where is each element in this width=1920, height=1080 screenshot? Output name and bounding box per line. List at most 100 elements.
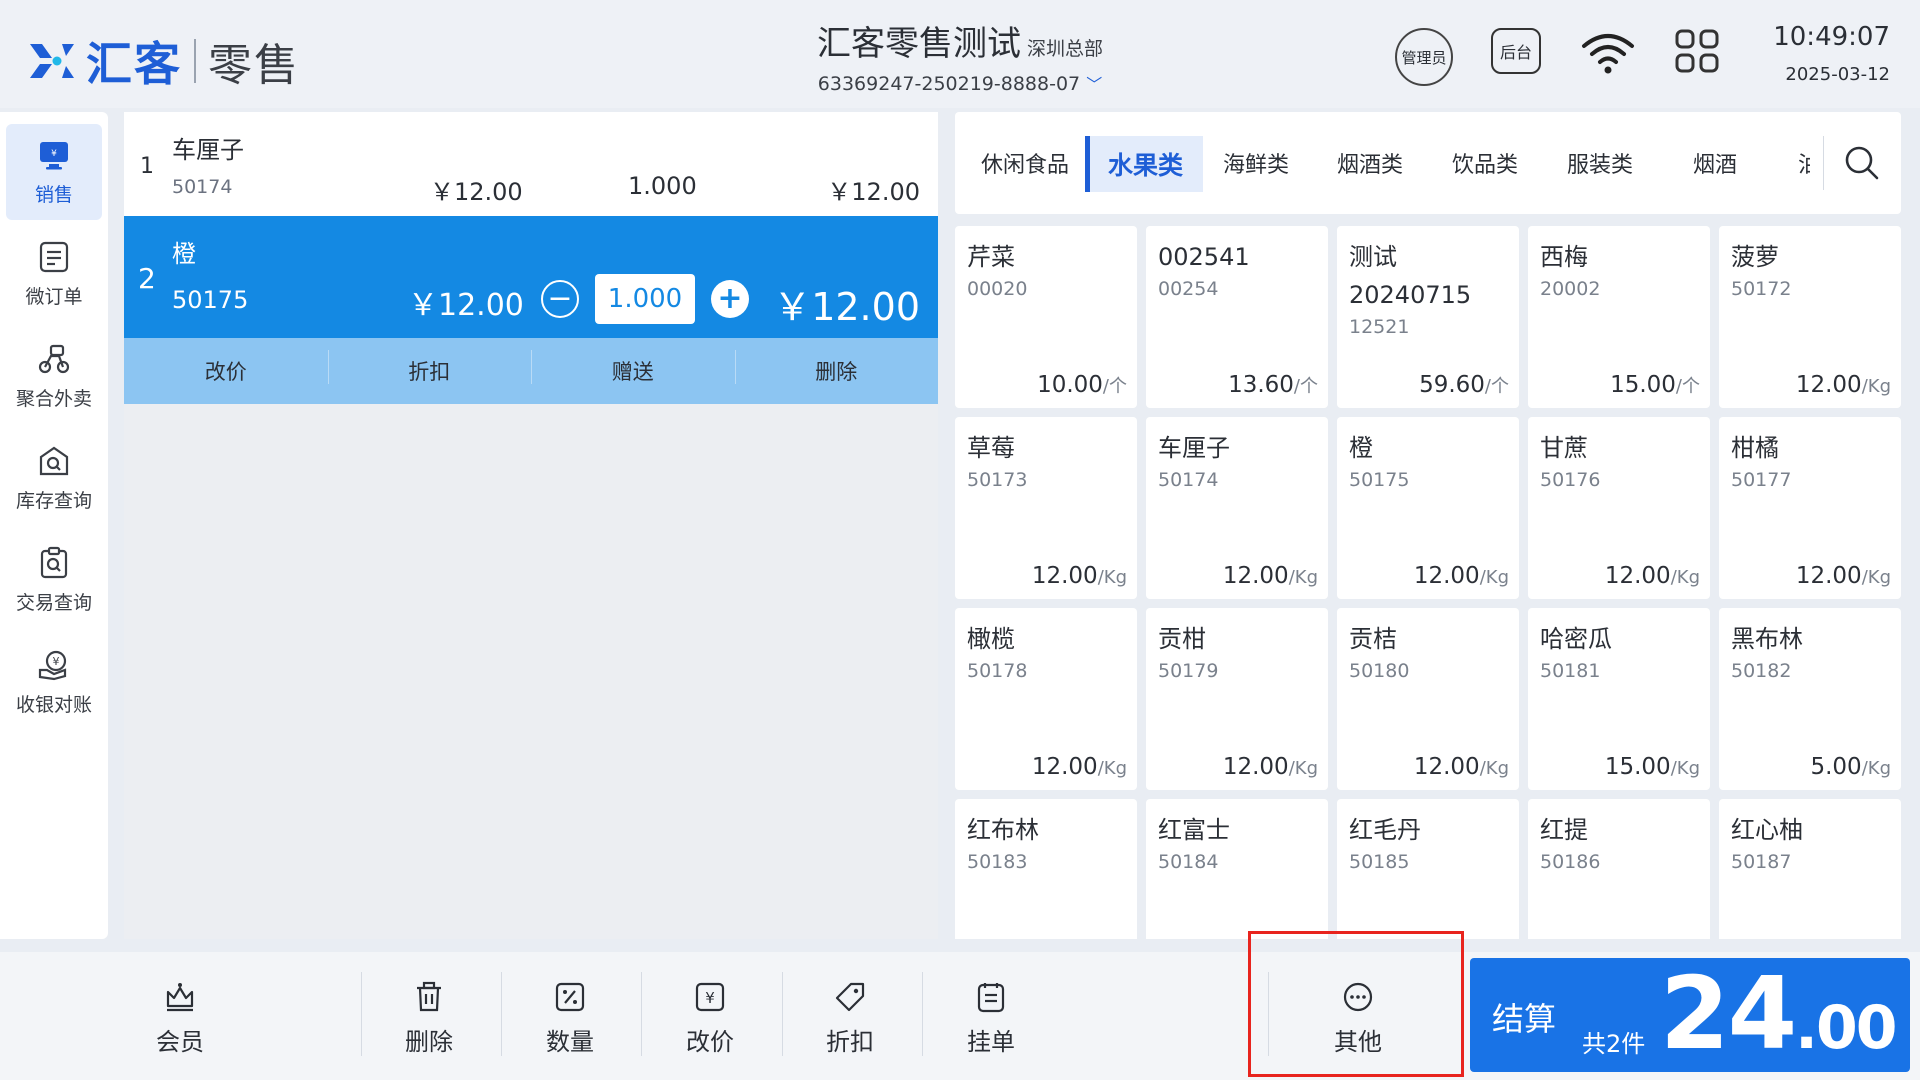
app-header: 汇客 零售 汇客零售测试 深圳总部 63369247-250219-8888-07… xyxy=(0,0,1920,108)
hold-order-button[interactable]: 挂单 xyxy=(967,980,1015,1057)
product-code: 50177 xyxy=(1731,469,1792,491)
price-unit: /Kg xyxy=(1861,376,1891,397)
quantity-input[interactable]: 1.000 xyxy=(595,274,695,324)
product-card[interactable]: 哈密瓜 50181 15.00/Kg xyxy=(1528,608,1710,790)
price-unit: /Kg xyxy=(1288,567,1318,588)
product-card[interactable]: 菠萝 50172 12.00/Kg xyxy=(1719,226,1901,408)
product-price: 12.00/Kg xyxy=(1796,563,1891,589)
member-button[interactable]: 会员 xyxy=(156,980,204,1057)
store-branch: 深圳总部 xyxy=(1026,38,1103,60)
delete-item-button[interactable]: 删除 xyxy=(734,350,939,386)
product-code: 50175 xyxy=(1349,469,1410,491)
gift-button[interactable]: 赠送 xyxy=(531,350,735,386)
product-code: 50178 xyxy=(967,660,1028,682)
product-code: 50184 xyxy=(1158,851,1219,873)
product-card[interactable]: 测试20240715 12521 59.60/个 xyxy=(1337,226,1519,408)
apps-grid-icon[interactable] xyxy=(1674,28,1720,74)
price-unit: /Kg xyxy=(1479,758,1509,779)
tab-drinks[interactable]: 饮品类 xyxy=(1452,142,1518,184)
price-value: 10.00 xyxy=(1037,372,1103,398)
product-name: 西梅 xyxy=(1540,243,1588,271)
product-name: 红提 xyxy=(1540,816,1588,844)
tab-tobacco[interactable]: 烟酒 xyxy=(1693,142,1737,184)
sidebar: ¥ 销售 微订单 聚合外卖 库存查询 交易查询 ¥ 收银对账 xyxy=(0,112,108,939)
checkout-button[interactable]: 结算 共2件 24.00 xyxy=(1470,958,1910,1072)
price-edit-button[interactable]: ¥ 改价 xyxy=(686,980,734,1057)
terminal-id: 63369247-250219-8888-07 xyxy=(817,73,1081,95)
sidebar-item-label: 微订单 xyxy=(25,285,83,308)
product-card[interactable]: 车厘子 50174 12.00/Kg xyxy=(1146,417,1328,599)
price-value: 12.00 xyxy=(1222,563,1289,589)
price-unit: /Kg xyxy=(1861,567,1891,588)
member-icon xyxy=(166,983,194,1012)
sales-icon: ¥ xyxy=(40,141,68,169)
product-card[interactable]: 甘蔗 50176 12.00/Kg xyxy=(1528,417,1710,599)
quantity-button[interactable]: 数量 xyxy=(546,980,594,1057)
sidebar-item-sales[interactable]: ¥ 销售 xyxy=(6,124,102,220)
product-name: 菠萝 xyxy=(1731,243,1779,271)
sidebar-item-delivery[interactable]: 聚合外卖 xyxy=(6,328,102,424)
sidebar-item-micro-order[interactable]: 微订单 xyxy=(6,226,102,322)
product-code: 50174 xyxy=(1158,469,1219,491)
product-card[interactable]: 002541 00254 13.60/个 xyxy=(1146,226,1328,408)
wifi-icon[interactable] xyxy=(1580,28,1636,78)
product-name: 贡柑 xyxy=(1158,625,1206,653)
price-value: 13.60 xyxy=(1228,372,1294,398)
tab-clothing[interactable]: 服装类 xyxy=(1567,142,1633,184)
role-label: 管理员 xyxy=(1401,48,1447,67)
price-unit: /Kg xyxy=(1670,758,1700,779)
cart-item-row-selected[interactable]: 2 橙 50175 ￥12.00 − 1.000 + ￥12.00 xyxy=(124,216,938,338)
product-card[interactable]: 红富士 50184 xyxy=(1146,799,1328,939)
quantity-icon xyxy=(555,982,585,1012)
backend-button[interactable]: 后台 xyxy=(1491,28,1541,74)
product-code: 12521 xyxy=(1349,316,1410,338)
price-unit: /个 xyxy=(1484,376,1509,397)
cart-item-price: ￥12.00 xyxy=(430,178,523,206)
product-name: 贡桔 xyxy=(1349,625,1397,653)
product-card[interactable]: 黑布林 50182 5.00/Kg xyxy=(1719,608,1901,790)
product-card[interactable]: 芹菜 00020 10.00/个 xyxy=(955,226,1137,408)
tab-tobacco-liquor[interactable]: 烟酒类 xyxy=(1337,142,1403,184)
product-card[interactable]: 柑橘 50177 12.00/Kg xyxy=(1719,417,1901,599)
delete-button[interactable]: 删除 xyxy=(405,980,453,1057)
role-badge[interactable]: 管理员 xyxy=(1395,28,1453,86)
product-code: 50173 xyxy=(967,469,1028,491)
tab-fruits[interactable]: 水果类 xyxy=(1085,136,1204,192)
increase-qty-button[interactable]: + xyxy=(711,280,749,318)
product-card[interactable]: 贡桔 50180 12.00/Kg xyxy=(1337,608,1519,790)
cart-item-row[interactable]: 1 车厘子 50174 ￥12.00 1.000 ￥12.00 xyxy=(124,112,938,216)
product-card[interactable]: 西梅 20002 15.00/个 xyxy=(1528,226,1710,408)
discount-button[interactable]: 折扣 xyxy=(327,350,532,386)
cart-item-actions: 改价 折扣 赠送 删除 xyxy=(124,338,938,404)
product-card[interactable]: 红心柚 50187 xyxy=(1719,799,1901,939)
tab-snacks[interactable]: 休闲食品 xyxy=(981,142,1069,184)
search-icon[interactable] xyxy=(1843,144,1881,182)
backend-label: 后台 xyxy=(1499,43,1532,62)
product-card[interactable]: 红布林 50183 xyxy=(955,799,1137,939)
product-card[interactable]: 红毛丹 50185 xyxy=(1337,799,1519,939)
hold-order-icon xyxy=(977,983,1005,1013)
product-name: 芹菜 xyxy=(967,243,1015,271)
transaction-icon xyxy=(40,546,68,578)
price-value: 15.00 xyxy=(1610,372,1676,398)
sidebar-item-reconcile[interactable]: ¥ 收银对账 xyxy=(6,634,102,730)
price-unit: /个 xyxy=(1675,376,1700,397)
change-price-button[interactable]: 改价 xyxy=(124,356,328,386)
decrease-qty-button[interactable]: − xyxy=(541,280,579,318)
product-price: 12.00/Kg xyxy=(1605,563,1700,589)
price-value: 12.00 xyxy=(1604,563,1671,589)
discount-button[interactable]: 折扣 xyxy=(826,980,874,1057)
tab-oil[interactable]: 油 xyxy=(1798,142,1810,184)
product-card[interactable]: 贡柑 50179 12.00/Kg xyxy=(1146,608,1328,790)
tab-seafood[interactable]: 海鲜类 xyxy=(1223,142,1289,184)
product-code: 00020 xyxy=(967,278,1028,300)
sidebar-item-transactions[interactable]: 交易查询 xyxy=(6,532,102,628)
product-card[interactable]: 草莓 50173 12.00/Kg xyxy=(955,417,1137,599)
price-edit-label: 改价 xyxy=(686,1028,734,1056)
product-card[interactable]: 橄榄 50178 12.00/Kg xyxy=(955,608,1137,790)
product-card[interactable]: 红提 50186 xyxy=(1528,799,1710,939)
quantity-label: 数量 xyxy=(546,1028,594,1056)
product-card[interactable]: 橙 50175 12.00/Kg xyxy=(1337,417,1519,599)
sidebar-item-label: 库存查询 xyxy=(15,489,92,512)
sidebar-item-inventory[interactable]: 库存查询 xyxy=(6,430,102,526)
